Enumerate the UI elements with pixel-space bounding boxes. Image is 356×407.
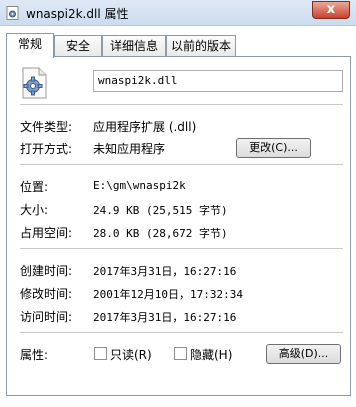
file-type-label: 文件类型:	[20, 120, 73, 134]
title-bar: wnaspi2k.dll 属性 x	[0, 0, 356, 26]
size-on-disk-label: 占用空间:	[20, 226, 73, 240]
opens-with-value: 未知应用程序	[93, 142, 166, 156]
size-label: 大小:	[20, 203, 49, 217]
dll-file-icon	[6, 6, 19, 20]
opens-with-label: 打开方式:	[20, 142, 73, 156]
attributes-label: 属性:	[20, 348, 49, 362]
readonly-label[interactable]: 只读(R)	[110, 346, 152, 363]
divider	[20, 164, 343, 165]
close-button[interactable]: x	[312, 1, 350, 19]
advanced-button[interactable]: 高级(D)...	[266, 344, 341, 364]
size-value: 24.9 KB (25,515 字节)	[93, 204, 228, 217]
created-value: 2017年3月31日，16:27:16	[93, 265, 237, 278]
modified-label: 修改时间:	[20, 287, 73, 301]
divider	[20, 248, 343, 249]
file-name-field[interactable]: wnaspi2k.dll	[93, 70, 343, 92]
divider	[20, 332, 343, 333]
modified-value: 2001年12月10日，17:32:34	[93, 288, 243, 301]
tab-security[interactable]: 安全	[54, 35, 102, 57]
accessed-value: 2017年3月31日，16:27:16	[93, 311, 237, 324]
file-type-value: 应用程序扩展 (.dll)	[93, 120, 197, 134]
tab-previous-versions[interactable]: 以前的版本	[166, 35, 236, 57]
size-on-disk-value: 28.0 KB (28,672 字节)	[93, 227, 228, 240]
readonly-checkbox[interactable]	[94, 347, 107, 360]
created-label: 创建时间:	[20, 264, 73, 278]
tab-general[interactable]: 常规	[6, 33, 54, 58]
location-label: 位置:	[20, 180, 49, 194]
accessed-label: 访问时间:	[20, 310, 73, 324]
change-button[interactable]: 更改(C)...	[236, 138, 311, 158]
dll-file-icon	[22, 67, 47, 99]
window-title: wnaspi2k.dll 属性	[26, 7, 129, 21]
location-value: E:\gm\wnaspi2k	[93, 179, 186, 192]
divider	[20, 104, 343, 105]
tab-details[interactable]: 详细信息	[102, 35, 166, 57]
hidden-label[interactable]: 隐藏(H)	[190, 346, 232, 363]
hidden-checkbox[interactable]	[174, 347, 187, 360]
